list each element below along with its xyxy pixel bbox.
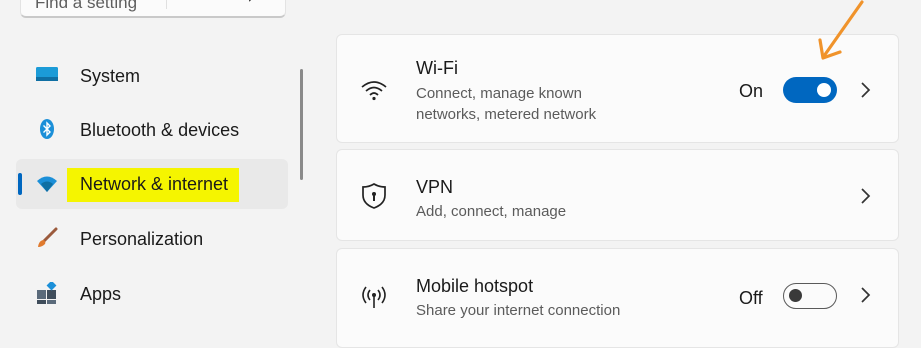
wifi-toggle[interactable] <box>783 77 837 103</box>
annotation-arrow-icon <box>818 0 864 60</box>
hotspot-toggle[interactable] <box>783 283 837 309</box>
vpn-subtitle: Add, connect, manage <box>416 203 567 220</box>
sidebar-item-label: System <box>80 65 141 86</box>
wifi-icon <box>361 81 387 101</box>
sidebar-item-label: Personalization <box>80 228 204 249</box>
network-icon <box>37 176 57 192</box>
search-placeholder: Find a setting <box>35 0 138 12</box>
sidebar-item-label: Network & internet <box>67 167 240 202</box>
search-input[interactable]: Find a setting <box>20 0 286 18</box>
search-divider <box>166 0 167 9</box>
search-icon[interactable] <box>249 0 271 9</box>
vpn-card[interactable]: VPN Add, connect, manage <box>336 149 899 241</box>
system-icon <box>36 67 58 81</box>
sidebar-item-label: Bluetooth & devices <box>80 119 240 140</box>
hotspot-state-label: Off <box>739 288 763 308</box>
sidebar-scrollbar[interactable] <box>300 69 303 180</box>
sidebar-item-system[interactable]: System <box>16 51 288 101</box>
sidebar-item-network[interactable]: Network & internet <box>16 159 288 209</box>
sidebar-item-bluetooth[interactable]: Bluetooth & devices <box>16 105 288 155</box>
selected-indicator <box>18 173 22 195</box>
hotspot-card[interactable]: Mobile hotspot Share your internet conne… <box>336 248 899 348</box>
wifi-subtitle-line1: Connect, manage known <box>416 85 582 102</box>
chevron-right-icon[interactable] <box>859 80 873 100</box>
apps-icon <box>37 282 57 304</box>
wifi-subtitle-line2: networks, metered network <box>416 106 597 123</box>
sidebar-item-label: Apps <box>80 283 122 304</box>
chevron-right-icon[interactable] <box>859 186 873 206</box>
hotspot-title: Mobile hotspot <box>416 276 534 296</box>
wifi-title: Wi-Fi <box>416 58 458 78</box>
shield-icon <box>362 183 386 209</box>
sidebar-item-personalization[interactable]: Personalization <box>16 214 288 264</box>
chevron-right-icon[interactable] <box>859 285 873 305</box>
paintbrush-icon <box>38 227 58 247</box>
bluetooth-icon <box>40 119 54 139</box>
highlight-marker: Network & internet <box>67 167 240 202</box>
toggle-knob <box>817 83 831 97</box>
vpn-title: VPN <box>416 177 454 197</box>
wifi-state-label: On <box>739 81 764 101</box>
hotspot-subtitle: Share your internet connection <box>416 302 621 319</box>
sidebar-item-apps[interactable]: Apps <box>16 269 288 319</box>
hotspot-icon <box>362 286 386 308</box>
toggle-knob <box>789 289 802 302</box>
